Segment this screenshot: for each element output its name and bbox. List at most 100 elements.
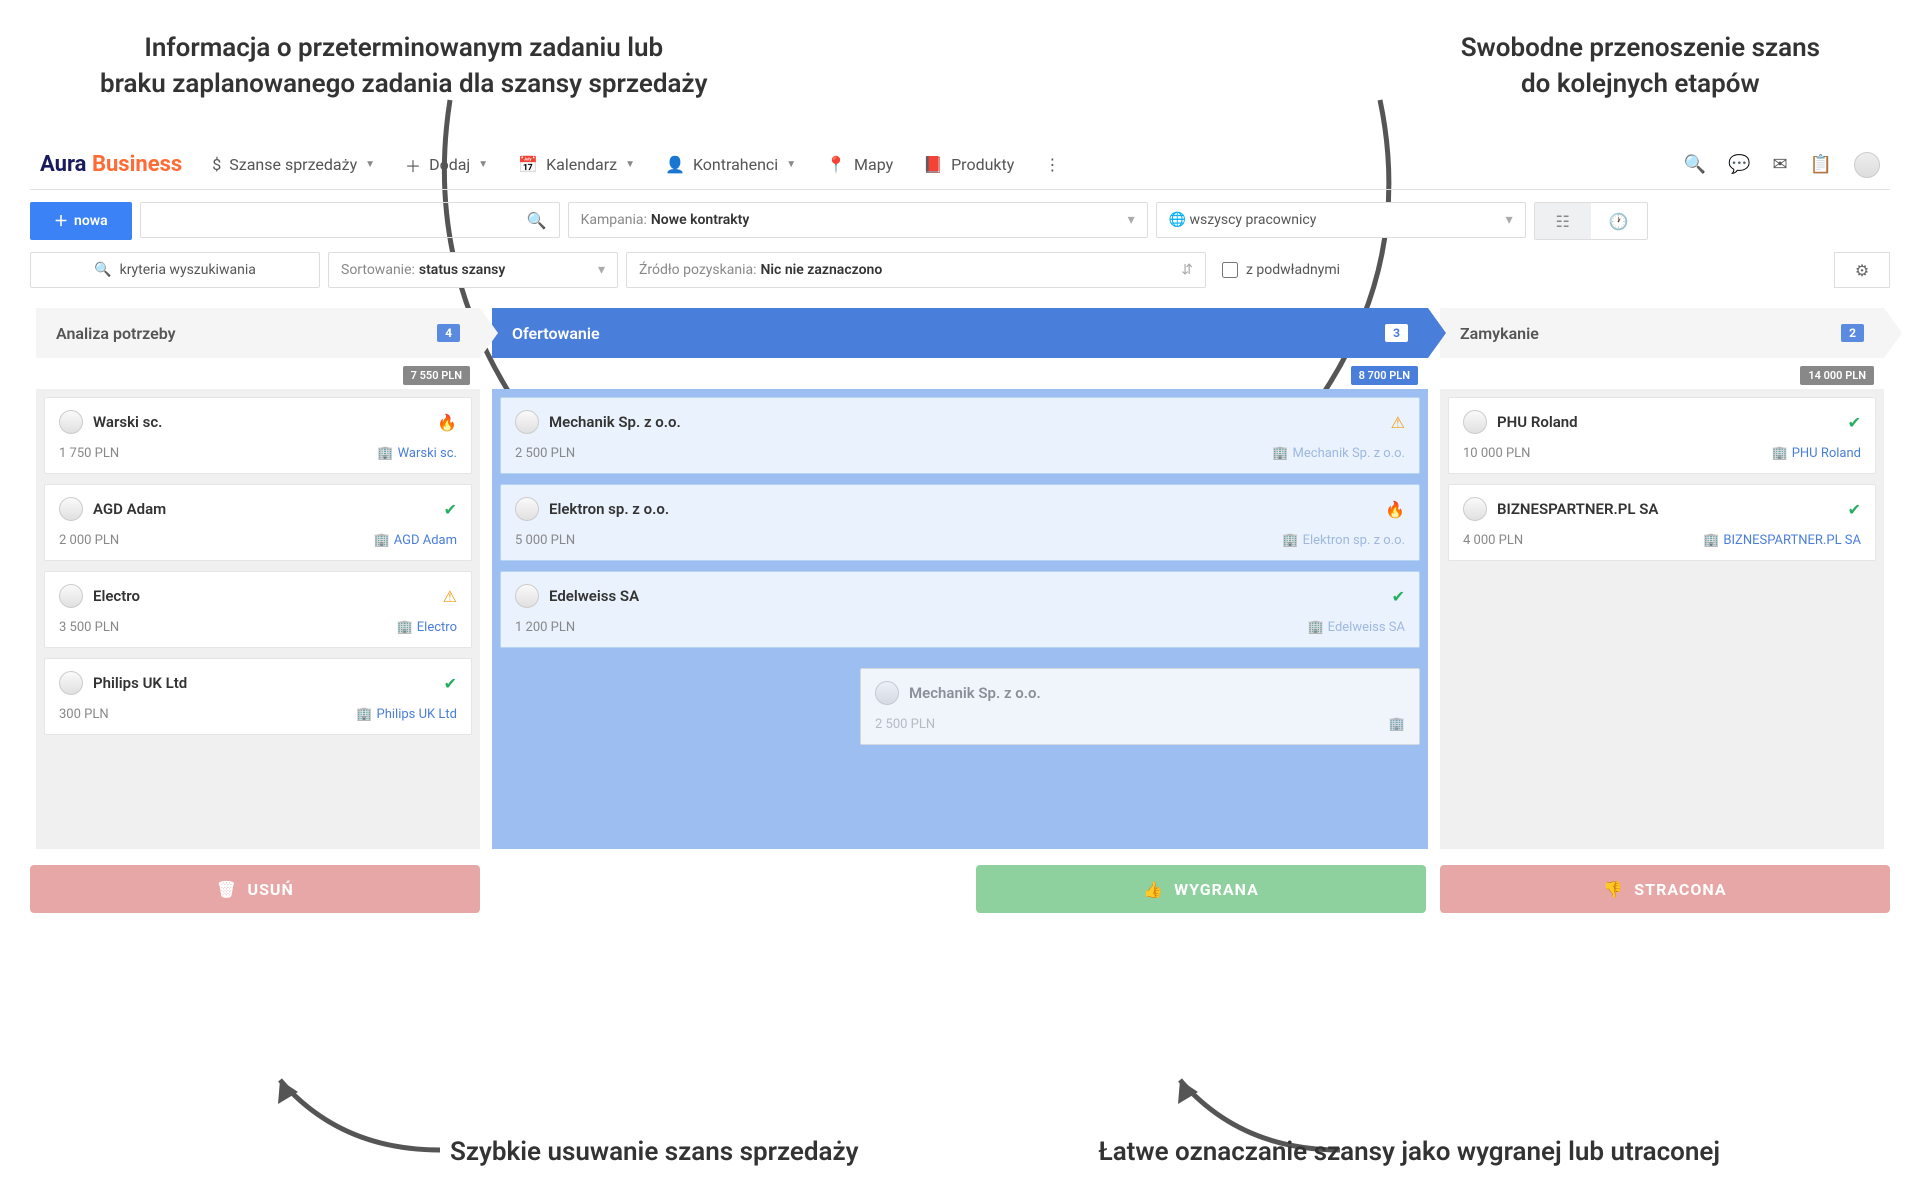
opportunity-card[interactable]: AGD Adam ✔ 2 000 PLN 🏢 AGD Adam xyxy=(44,484,472,561)
card-company-link[interactable]: 🏢 Elektron sp. z o.o. xyxy=(1282,533,1405,548)
search-icon: 🔍 xyxy=(94,262,111,278)
nav-szanse[interactable]: $ Szanse sprzedaży▼ xyxy=(212,155,375,174)
card-title: AGD Adam xyxy=(93,500,166,518)
pracownicy-select[interactable]: 🌐 wszyscy pracownicy ▾ xyxy=(1156,202,1526,238)
mail-icon[interactable]: ✉ xyxy=(1772,154,1787,175)
thumbs-down-icon: 👎 xyxy=(1603,880,1624,899)
nav-kalendarz[interactable]: 📅 Kalendarz▼ xyxy=(518,155,635,174)
plus-icon: ＋ xyxy=(54,211,68,231)
updown-icon: ⇵ xyxy=(1165,262,1193,278)
nav-kontrahenci[interactable]: 👤 Kontrahenci▼ xyxy=(665,155,796,174)
column-body[interactable]: Warski sc. 🔥 1 750 PLN 🏢 Warski sc. AGD … xyxy=(36,389,480,849)
card-amount: 2 500 PLN xyxy=(875,717,935,732)
kryteria-button[interactable]: 🔍 kryteria wyszukiwania xyxy=(30,252,320,288)
card-company-link[interactable]: 🏢 BIZNESPARTNER.PL SA xyxy=(1703,533,1861,548)
chevron-down-icon: ▾ xyxy=(582,262,605,278)
column-body[interactable]: PHU Roland ✔ 10 000 PLN 🏢 PHU Roland BIZ… xyxy=(1440,389,1884,849)
card-avatar xyxy=(515,410,539,434)
card-company-link[interactable]: 🏢 Mechanik Sp. z o.o. xyxy=(1272,446,1405,461)
logo: Aura Business xyxy=(40,152,182,177)
search-icon[interactable]: 🔍 xyxy=(1684,154,1706,175)
thumbs-up-icon: 👍 xyxy=(1143,880,1164,899)
card-amount: 2 000 PLN xyxy=(59,533,119,548)
view-toggle: ☷ 🕐 xyxy=(1534,202,1648,240)
opportunity-card[interactable]: Warski sc. 🔥 1 750 PLN 🏢 Warski sc. xyxy=(44,397,472,474)
kanban-board: Analiza potrzeby 4 7 550 PLN Warski sc. … xyxy=(30,308,1890,849)
card-amount: 300 PLN xyxy=(59,707,109,722)
status-icon: ✔ xyxy=(444,500,457,519)
opportunity-card[interactable]: Edelweiss SA ✔ 1 200 PLN 🏢 Edelweiss SA xyxy=(500,571,1420,648)
chat-icon[interactable]: 💬 xyxy=(1728,154,1750,175)
card-avatar xyxy=(59,584,83,608)
card-company-link[interactable]: 🏢 Electro xyxy=(397,620,457,635)
opportunity-card[interactable]: PHU Roland ✔ 10 000 PLN 🏢 PHU Roland xyxy=(1448,397,1876,474)
kampania-select[interactable]: Kampania: Nowe kontrakty ▾ xyxy=(568,202,1148,238)
column-header[interactable]: Analiza potrzeby 4 xyxy=(36,308,480,358)
nav-more[interactable]: ⋮ xyxy=(1044,155,1060,174)
card-company-link[interactable]: 🏢 Warski sc. xyxy=(377,446,457,461)
podwladni-checkbox-input[interactable] xyxy=(1222,262,1238,278)
building-icon: 🏢 xyxy=(397,620,413,635)
column-title: Zamykanie xyxy=(1460,324,1539,343)
user-avatar[interactable] xyxy=(1854,152,1880,178)
clipboard-icon[interactable]: 📋 xyxy=(1810,154,1832,175)
opportunity-card[interactable]: Electro ⚠ 3 500 PLN 🏢 Electro xyxy=(44,571,472,648)
gear-icon: ⚙ xyxy=(1855,261,1869,280)
column-count: 3 xyxy=(1385,324,1408,342)
card-avatar xyxy=(1463,410,1487,434)
card-avatar xyxy=(59,410,83,434)
won-button[interactable]: 👍WYGRANA xyxy=(976,865,1426,913)
column-sum: 7 550 PLN xyxy=(36,358,480,389)
card-company-link[interactable]: 🏢 Edelweiss SA xyxy=(1307,620,1405,635)
building-icon: 🏢 xyxy=(377,446,393,461)
chevron-down-icon: ▼ xyxy=(786,159,796,170)
status-icon: ⚠ xyxy=(1391,413,1405,432)
trash-icon: 🗑 xyxy=(216,880,237,899)
card-avatar xyxy=(1463,497,1487,521)
card-amount: 1 200 PLN xyxy=(515,620,575,635)
column-header[interactable]: Ofertowanie 3 xyxy=(492,308,1428,358)
delete-button[interactable]: 🗑USUŃ xyxy=(30,865,480,913)
card-company-link[interactable]: 🏢 PHU Roland xyxy=(1772,446,1862,461)
column-sum: 14 000 PLN xyxy=(1440,358,1884,389)
building-icon: 🏢 xyxy=(1307,620,1323,635)
card-title: BIZNESPARTNER.PL SA xyxy=(1497,500,1658,518)
pin-icon: 📍 xyxy=(826,155,846,174)
timeline-view-button[interactable]: 🕐 xyxy=(1591,203,1647,239)
card-avatar xyxy=(59,497,83,521)
annotation-top-right: Swobodne przenoszenie szans do kolejnych… xyxy=(1461,30,1820,110)
nav-dodaj[interactable]: ＋ Dodaj▼ xyxy=(405,153,488,177)
opportunity-card[interactable]: BIZNESPARTNER.PL SA ✔ 4 000 PLN 🏢 BIZNES… xyxy=(1448,484,1876,561)
chevron-down-icon: ▼ xyxy=(625,159,635,170)
calendar-icon: 📅 xyxy=(518,155,538,174)
building-icon: 🏢 xyxy=(374,533,390,548)
more-icon: ⋮ xyxy=(1044,155,1060,174)
nav-mapy[interactable]: 📍 Mapy xyxy=(826,155,893,174)
building-icon: 🏢 xyxy=(1272,446,1288,461)
kanban-view-button[interactable]: ☷ xyxy=(1535,203,1591,239)
opportunity-card[interactable]: Mechanik Sp. z o.o. ⚠ 2 500 PLN 🏢 Mechan… xyxy=(500,397,1420,474)
dragging-card[interactable]: Mechanik Sp. z o.o. 2 500 PLN 🏢 xyxy=(860,668,1420,745)
status-icon: 🔥 xyxy=(437,413,457,432)
podwladni-checkbox[interactable]: z podwładnymi xyxy=(1214,252,1340,288)
column-header[interactable]: Zamykanie 2 xyxy=(1440,308,1884,358)
nav-produkty[interactable]: 📕 Produkty xyxy=(923,155,1014,174)
search-input[interactable]: 🔍 xyxy=(140,202,560,238)
lost-button[interactable]: 👎STRACONA xyxy=(1440,865,1890,913)
zrodlo-select[interactable]: Źródło pozyskania: Nic nie zaznaczono ⇵ xyxy=(626,252,1206,288)
column-body[interactable]: Mechanik Sp. z o.o. ⚠ 2 500 PLN 🏢 Mechan… xyxy=(492,389,1428,849)
building-icon: 🏢 xyxy=(1389,717,1405,732)
card-avatar xyxy=(515,497,539,521)
card-amount: 4 000 PLN xyxy=(1463,533,1523,548)
chevron-down-icon: ▾ xyxy=(1112,212,1135,228)
settings-button[interactable]: ⚙ xyxy=(1834,252,1890,288)
annotation-bottom-left: Szybkie usuwanie szans sprzedaży xyxy=(450,1134,859,1170)
chevron-down-icon: ▾ xyxy=(1490,212,1513,228)
card-company-link[interactable]: 🏢 Philips UK Ltd xyxy=(356,707,457,722)
new-button[interactable]: ＋nowa xyxy=(30,202,132,240)
card-company-link[interactable]: 🏢 AGD Adam xyxy=(374,533,458,548)
opportunity-card[interactable]: Philips UK Ltd ✔ 300 PLN 🏢 Philips UK Lt… xyxy=(44,658,472,735)
annotation-bottom-right: Łatwe oznaczanie szansy jako wygranej lu… xyxy=(1098,1134,1720,1170)
sort-select[interactable]: Sortowanie: status szansy ▾ xyxy=(328,252,618,288)
opportunity-card[interactable]: Elektron sp. z o.o. 🔥 5 000 PLN 🏢 Elektr… xyxy=(500,484,1420,561)
